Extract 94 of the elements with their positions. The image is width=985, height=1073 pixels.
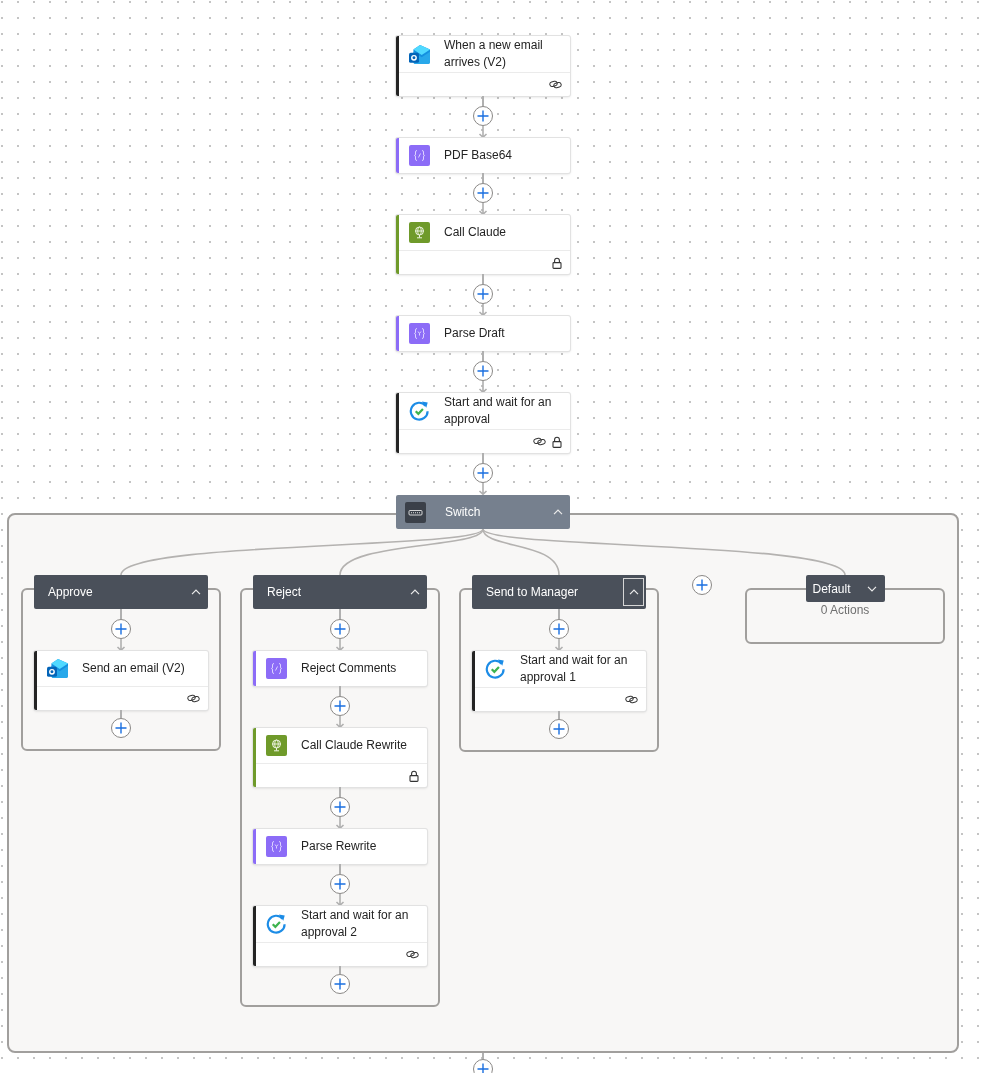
connector-arrow: [335, 716, 345, 728]
actions-count: 0 Actions: [820, 602, 870, 618]
action-title: Start and wait for an approval 1: [520, 652, 629, 686]
action-title: When a new email arrives (V2): [444, 37, 544, 71]
action-card[interactable]: Call Claude: [396, 215, 570, 274]
action-card[interactable]: Start and wait for an approval 2: [253, 906, 427, 966]
action-title: Start and wait for an approval 2: [301, 907, 410, 941]
plus-icon: [553, 623, 565, 635]
case-title: Default: [812, 581, 852, 596]
chevron-down-icon: [867, 585, 877, 592]
action-card[interactable]: PDF Base64: [396, 138, 570, 173]
plus-icon: [477, 187, 489, 199]
plus-icon: [477, 288, 489, 300]
case-header[interactable]: Send to Manager: [472, 575, 646, 609]
plus-icon: [334, 623, 346, 635]
add-case-button[interactable]: [692, 575, 712, 595]
plus-icon: [477, 1063, 489, 1073]
add-action-button[interactable]: [330, 797, 350, 817]
action-title: Call Claude Rewrite: [301, 737, 408, 754]
action-card[interactable]: Parse Rewrite: [253, 829, 427, 864]
case-title: Send to Manager: [486, 585, 580, 599]
case-title: Reject: [267, 585, 302, 599]
braces-icon: [409, 145, 430, 166]
action-title: Start and wait for an approval: [444, 394, 553, 428]
circular-arrow-check-icon: [409, 400, 430, 422]
action-title: Reject Comments: [301, 660, 397, 677]
add-action-button[interactable]: [330, 874, 350, 894]
case-title: Approve: [48, 585, 94, 599]
action-title: Send an email (V2): [82, 660, 185, 677]
action-card[interactable]: Start and wait for an approval 1: [472, 651, 646, 711]
connector-arrow: [478, 126, 488, 138]
circular-arrow-check-icon: [485, 658, 506, 680]
add-action-button[interactable]: [473, 106, 493, 126]
switch-header[interactable]: Switch: [396, 495, 570, 529]
chevron-up-icon: [552, 509, 563, 515]
plus-icon: [477, 365, 489, 377]
action-title: Parse Rewrite: [301, 838, 377, 855]
plus-icon: [334, 700, 346, 712]
add-action-button[interactable]: [330, 619, 350, 639]
envelope-icon: [409, 43, 430, 65]
add-action-button[interactable]: [473, 463, 493, 483]
plus-icon: [553, 723, 565, 735]
braces-icon: [266, 658, 287, 679]
action-card[interactable]: Start and wait for an approval: [396, 393, 570, 453]
case-header[interactable]: Default: [805, 575, 885, 602]
connector-arrow: [335, 639, 345, 651]
add-action-button[interactable]: [111, 718, 131, 738]
plus-icon: [334, 801, 346, 813]
globe-icon: [266, 735, 287, 756]
plus-icon: [696, 579, 708, 591]
add-action-button[interactable]: [549, 619, 569, 639]
keyboard-icon: [405, 501, 426, 523]
chevron-up-icon: [628, 589, 639, 595]
chevron-up-icon: [409, 589, 420, 595]
braces-icon: [266, 836, 287, 857]
braces-icon: [409, 323, 430, 344]
connector-arrow: [478, 381, 488, 393]
plus-icon: [477, 110, 489, 122]
add-action-button[interactable]: [473, 284, 493, 304]
action-card[interactable]: Call Claude Rewrite: [253, 728, 427, 787]
connector-arrow: [335, 817, 345, 829]
connector-arrow: [554, 639, 564, 651]
connector-arrow: [478, 483, 488, 495]
action-card[interactable]: Send an email (V2): [34, 651, 208, 710]
envelope-icon: [47, 658, 68, 679]
add-action-button[interactable]: [549, 719, 569, 739]
action-title: PDF Base64: [444, 147, 513, 164]
action-title: Parse Draft: [444, 325, 505, 342]
action-card[interactable]: When a new email arrives (V2): [396, 36, 570, 96]
add-action-button[interactable]: [473, 1059, 493, 1073]
plus-icon: [334, 978, 346, 990]
action-card[interactable]: Parse Draft: [396, 316, 570, 351]
chevron-up-icon: [190, 589, 201, 595]
plus-icon: [115, 623, 127, 635]
connector-arrow: [335, 894, 345, 906]
switch-title: Switch: [445, 505, 482, 519]
add-action-button[interactable]: [473, 183, 493, 203]
case-header[interactable]: Reject: [253, 575, 427, 609]
add-action-button[interactable]: [330, 974, 350, 994]
circular-arrow-check-icon: [266, 913, 287, 935]
case-header[interactable]: Approve: [34, 575, 208, 609]
action-title: Call Claude: [444, 224, 507, 241]
collapse-button[interactable]: [623, 578, 644, 606]
add-action-button[interactable]: [330, 696, 350, 716]
action-card[interactable]: Reject Comments: [253, 651, 427, 686]
add-action-button[interactable]: [473, 361, 493, 381]
connector-arrow: [478, 203, 488, 215]
connector-arrow: [116, 639, 126, 651]
plus-icon: [115, 722, 127, 734]
connector-arrow: [478, 304, 488, 316]
plus-icon: [477, 467, 489, 479]
plus-icon: [334, 878, 346, 890]
globe-icon: [409, 222, 430, 243]
add-action-button[interactable]: [111, 619, 131, 639]
